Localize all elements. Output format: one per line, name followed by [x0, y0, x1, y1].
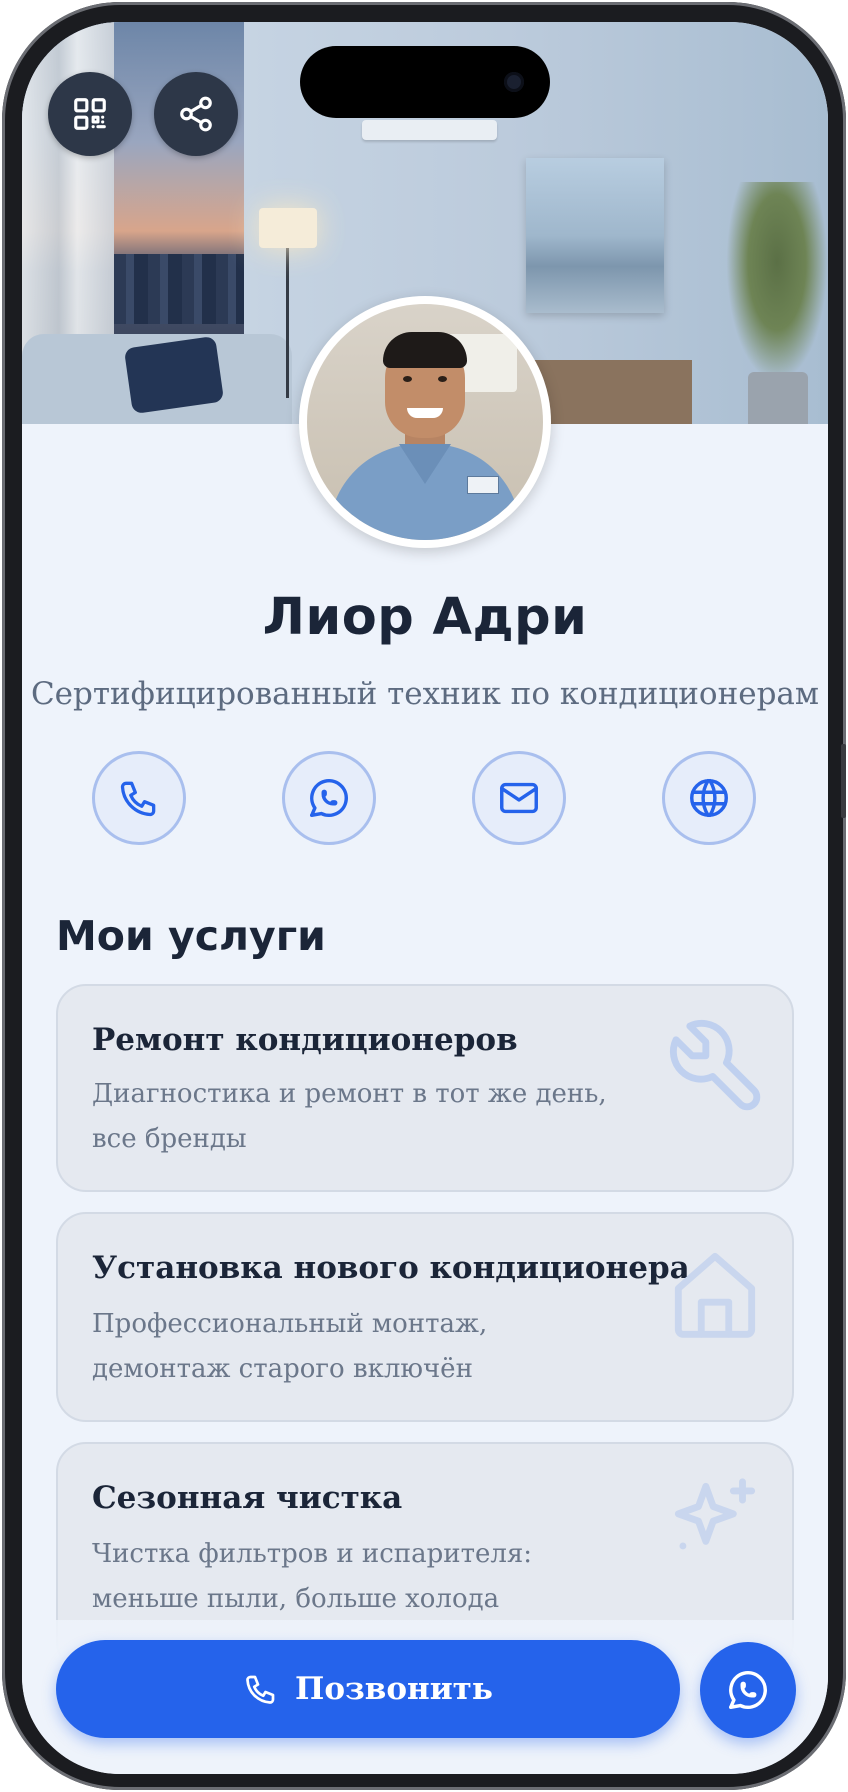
service-title: Установка нового кондиционера — [92, 1250, 690, 1286]
service-card-installation[interactable]: Установка нового кондиционера Профессион… — [56, 1212, 794, 1422]
camera-icon — [504, 72, 524, 92]
phone-frame: Лиор Адри Сертифицированный техник по ко… — [2, 2, 846, 1790]
globe-icon — [690, 779, 728, 817]
qr-code-icon — [74, 98, 106, 130]
whatsapp-icon — [310, 779, 348, 817]
service-description: Профессиональный монтаж, демонтаж старог… — [92, 1309, 488, 1384]
service-title: Ремонт кондиционеров — [92, 1022, 518, 1058]
phone-icon — [246, 1675, 275, 1704]
phone-icon — [120, 781, 156, 817]
share-icon — [180, 96, 212, 132]
whatsapp-button[interactable] — [700, 1642, 796, 1738]
screen: Лиор Адри Сертифицированный техник по ко… — [22, 22, 828, 1774]
call-button-label: Позвонить — [295, 1671, 493, 1707]
profile-name: Лиор Адри — [262, 588, 588, 647]
sparkles-icon — [674, 1478, 756, 1550]
avatar — [299, 296, 551, 548]
service-description: Диагностика и ремонт в тот же день, все … — [92, 1079, 607, 1154]
wrench-icon — [669, 1019, 761, 1111]
mail-icon — [500, 782, 538, 814]
whatsapp-icon — [729, 1671, 767, 1709]
service-description: Чистка фильтров и испарителя: меньше пыл… — [92, 1539, 533, 1614]
whatsapp-contact-button[interactable] — [282, 751, 376, 845]
side-button — [841, 744, 846, 818]
share-button[interactable] — [154, 72, 238, 156]
website-contact-button[interactable] — [662, 751, 756, 845]
home-icon — [674, 1252, 756, 1338]
avatar-photo — [307, 304, 543, 540]
phone-contact-button[interactable] — [92, 751, 186, 845]
service-title: Сезонная чистка — [92, 1480, 403, 1516]
email-contact-button[interactable] — [472, 751, 566, 845]
dynamic-island — [300, 46, 550, 118]
qr-code-button[interactable] — [48, 72, 132, 156]
services-heading: Мои услуги — [56, 912, 326, 960]
service-card-repair[interactable]: Ремонт кондиционеров Диагностика и ремон… — [56, 984, 794, 1192]
profile-title: Сертифицированный техник по кондиционера… — [30, 676, 820, 712]
call-button[interactable]: Позвонить — [56, 1640, 680, 1738]
